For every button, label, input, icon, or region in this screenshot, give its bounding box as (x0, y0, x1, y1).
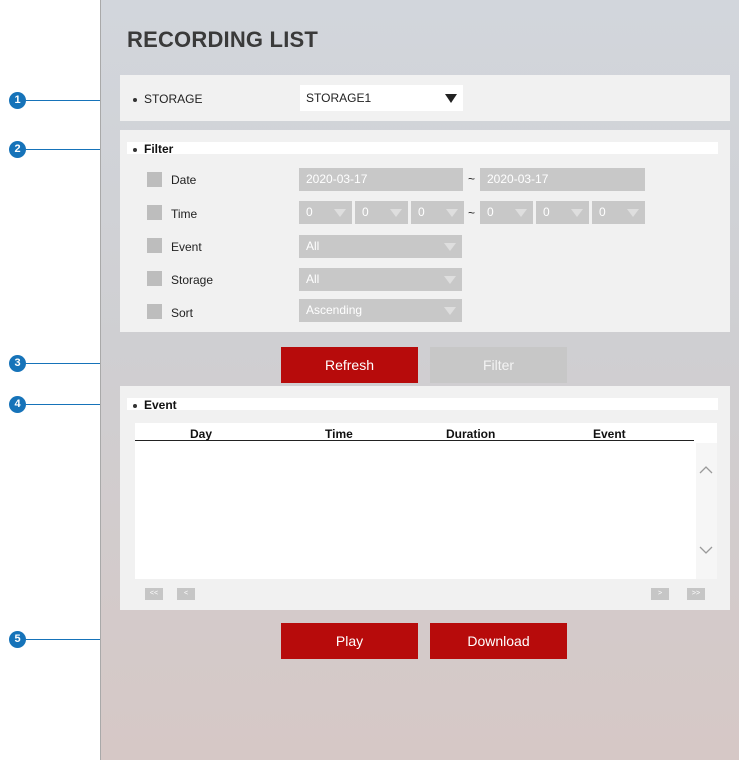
time-to-second-select[interactable]: 0 (592, 201, 645, 224)
time-from-hour-select[interactable]: 0 (299, 201, 352, 224)
chevron-down-icon (446, 209, 458, 217)
time-to-minute-select[interactable]: 0 (536, 201, 589, 224)
refresh-button[interactable]: Refresh (281, 347, 418, 383)
sort-checkbox[interactable] (147, 304, 162, 319)
event-header-strip (127, 398, 718, 410)
chevron-down-icon (334, 209, 346, 217)
storage-section: STORAGE STORAGE1 (120, 75, 730, 121)
prev-page-button[interactable]: < (177, 588, 195, 600)
filter-section: Filter Date 2020-03-17 ~ 2020-03-17 Time… (120, 130, 730, 332)
storage-select-value: STORAGE1 (306, 91, 372, 105)
filter-button[interactable]: Filter (430, 347, 567, 383)
column-header-time[interactable]: Time (325, 427, 353, 441)
column-header-event[interactable]: Event (593, 427, 626, 441)
time-from-minute-select[interactable]: 0 (355, 201, 408, 224)
time-from-second-select[interactable]: 0 (411, 201, 464, 224)
sort-select[interactable]: Ascending (299, 299, 462, 322)
play-button[interactable]: Play (281, 623, 418, 659)
event-select[interactable]: All (299, 235, 462, 258)
last-page-button[interactable]: >> (687, 588, 705, 600)
dropdown-triangle-icon (445, 94, 457, 103)
bullet (133, 404, 137, 408)
time-to-minute-value: 0 (543, 205, 550, 219)
time-range-separator: ~ (468, 206, 476, 220)
date-label: Date (171, 173, 197, 187)
time-checkbox[interactable] (147, 205, 162, 220)
chevron-up-icon[interactable] (699, 465, 713, 474)
time-from-second-value: 0 (418, 205, 425, 219)
time-label: Time (171, 207, 198, 221)
bullet (133, 98, 137, 102)
time-to-hour-select[interactable]: 0 (480, 201, 533, 224)
event-section: Event (120, 386, 730, 610)
recording-list-panel: RECORDING LIST STORAGE STORAGE1 Filter D… (100, 0, 739, 760)
chevron-down-icon (390, 209, 402, 217)
date-from-field[interactable]: 2020-03-17 (299, 168, 463, 191)
time-from-minute-value: 0 (362, 205, 369, 219)
bullet (133, 148, 137, 152)
callout-2: 2 (9, 141, 26, 158)
event-checkbox[interactable] (147, 238, 162, 253)
event-label: Event (171, 240, 202, 254)
sort-select-value: Ascending (306, 303, 363, 317)
callout-3: 3 (9, 355, 26, 372)
filter-header: Filter (144, 142, 174, 156)
callout-1: 1 (9, 92, 26, 109)
storage-label: STORAGE (144, 92, 203, 106)
event-header: Event (144, 398, 177, 412)
time-to-hour-value: 0 (487, 205, 494, 219)
storage-filter-select[interactable]: All (299, 268, 462, 291)
chevron-down-icon[interactable] (699, 546, 713, 555)
time-from-hour-value: 0 (306, 205, 313, 219)
column-header-duration[interactable]: Duration (446, 427, 495, 441)
callout-5: 5 (9, 631, 26, 648)
time-to-second-value: 0 (599, 205, 606, 219)
chevron-down-icon (571, 209, 583, 217)
date-range-separator: ~ (468, 172, 476, 186)
first-page-button[interactable]: << (145, 588, 163, 600)
event-select-value: All (306, 239, 320, 253)
storage-select[interactable]: STORAGE1 (300, 85, 463, 111)
callout-4: 4 (9, 396, 26, 413)
chevron-down-icon (444, 243, 456, 251)
chevron-down-icon (444, 307, 456, 315)
chevron-down-icon (627, 209, 639, 217)
column-header-day[interactable]: Day (190, 427, 212, 441)
storage-filter-checkbox[interactable] (147, 271, 162, 286)
table-scrollbar[interactable] (696, 443, 717, 579)
sort-label: Sort (171, 306, 194, 320)
date-checkbox[interactable] (147, 172, 162, 187)
download-button[interactable]: Download (430, 623, 567, 659)
storage-filter-select-value: All (306, 272, 320, 286)
filter-header-strip (127, 142, 718, 154)
page-title: RECORDING LIST (127, 27, 319, 52)
event-table (135, 423, 717, 579)
next-page-button[interactable]: > (651, 588, 669, 600)
chevron-down-icon (444, 276, 456, 284)
date-to-field[interactable]: 2020-03-17 (480, 168, 645, 191)
storage-filter-label: Storage (171, 273, 214, 287)
chevron-down-icon (515, 209, 527, 217)
